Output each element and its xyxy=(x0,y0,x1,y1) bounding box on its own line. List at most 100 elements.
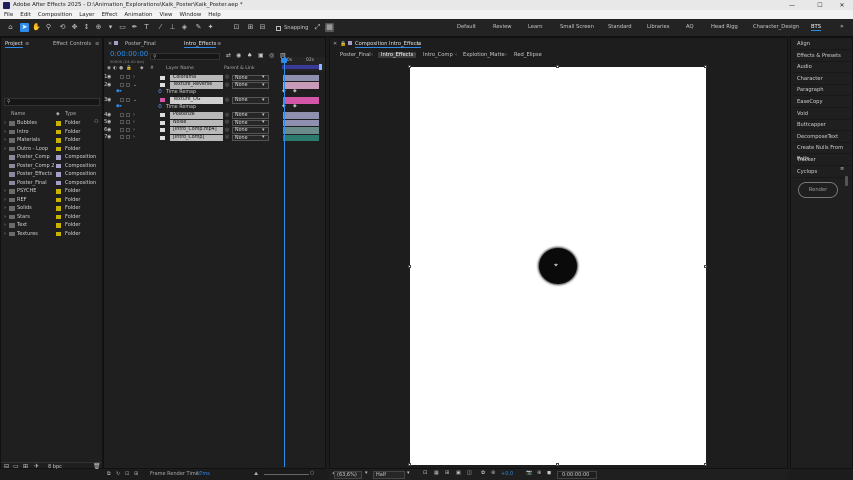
layer-duration-bar[interactable] xyxy=(283,127,319,134)
tab-effect-controls[interactable]: Effect Controls Inl xyxy=(53,41,93,47)
view-axis-icon[interactable]: ⊟ xyxy=(258,23,267,32)
expand-arrow-icon[interactable]: › xyxy=(4,188,6,194)
color-swatch-icon[interactable]: ◼ xyxy=(547,470,551,476)
workspace-default[interactable]: Default xyxy=(457,24,476,30)
solo-checkbox[interactable] xyxy=(120,97,124,102)
workspace-overflow-icon[interactable]: » xyxy=(840,23,844,30)
menu-effect[interactable]: Effect xyxy=(102,12,118,18)
solo-switch-icon[interactable]: ● xyxy=(119,66,123,71)
trash-icon[interactable]: 🗑 xyxy=(93,463,101,470)
layer-row[interactable]: ◉ › 4 Posterize ◎ None ▾ xyxy=(104,112,325,120)
dolly-tool-icon[interactable]: ↕ xyxy=(82,23,91,32)
pick-whip-icon[interactable]: ◎ xyxy=(225,134,229,140)
time-ruler[interactable]: 00s 02s xyxy=(282,57,325,71)
parent-chevron-icon[interactable]: ▾ xyxy=(262,97,265,103)
layer-name-header[interactable]: Layer Name xyxy=(166,66,194,71)
menu-edit[interactable]: Edit xyxy=(20,12,31,18)
handle-bottom-right[interactable] xyxy=(704,463,707,466)
channel-icon[interactable]: ◫ xyxy=(467,470,472,476)
panel-tracker[interactable]: Tracker xyxy=(793,155,851,166)
magnification-chevron-icon[interactable]: ▾ xyxy=(365,470,368,476)
orbit-tool-icon[interactable]: ⟲ xyxy=(58,23,67,32)
anchor-dropdown-icon[interactable]: ▾ xyxy=(106,23,115,32)
pick-whip-icon[interactable]: ◎ xyxy=(225,119,229,125)
resolution-chevron-icon[interactable]: ▾ xyxy=(407,470,410,476)
keyframe-icon[interactable]: ◆ xyxy=(293,104,297,109)
handle-middle-right[interactable] xyxy=(704,265,707,268)
video-switch-icon[interactable]: ◉ xyxy=(107,66,111,71)
viewer-timecode[interactable]: 0:00:00:00 xyxy=(557,471,597,479)
workspace-standard[interactable]: Standard xyxy=(608,24,632,30)
pick-whip-icon[interactable]: ◎ xyxy=(225,74,229,80)
flow-intro-effects[interactable]: Intro_Effects xyxy=(378,52,417,58)
expand-arrow-icon[interactable]: › xyxy=(4,231,6,237)
expand-arrow-icon[interactable]: › xyxy=(4,129,6,135)
handle-bottom-center[interactable] xyxy=(556,463,559,466)
label-swatch[interactable] xyxy=(56,138,61,143)
parent-chevron-icon[interactable]: ▾ xyxy=(262,112,265,118)
pick-whip-icon[interactable]: ◎ xyxy=(225,82,229,88)
column-name-header[interactable]: Name xyxy=(11,112,25,117)
label-swatch[interactable] xyxy=(56,197,61,202)
solo-checkbox[interactable] xyxy=(120,120,124,124)
snap-options-icon[interactable]: ⤢ xyxy=(313,23,322,32)
project-comp-row[interactable]: Poster_Comp Composition xyxy=(1,153,102,162)
visibility-eye-icon[interactable]: ◉ xyxy=(107,127,111,133)
exposure-value[interactable]: +0,0 xyxy=(501,471,513,477)
label-swatch[interactable] xyxy=(56,146,61,151)
expand-arrow-icon[interactable]: › xyxy=(4,137,6,143)
exposure-icon[interactable]: ⊛ xyxy=(491,470,495,476)
rectangle-tool-icon[interactable]: ▭ xyxy=(118,23,127,32)
layer-name[interactable]: Colorama xyxy=(170,74,223,81)
timeline-search-input[interactable]: ⚲ xyxy=(150,53,220,60)
transparency-grid-icon[interactable]: ▦ xyxy=(434,470,439,476)
lock-checkbox[interactable] xyxy=(126,120,130,124)
stretch-toggle-icon[interactable]: ⊞ xyxy=(134,471,138,477)
project-comp-row[interactable]: Poster_Comp 2 Composition xyxy=(1,162,102,171)
expand-arrow-icon[interactable]: › xyxy=(4,120,6,126)
timeline-tab-menu-icon[interactable]: ≡ xyxy=(217,41,221,47)
layer-row[interactable]: ◉ › 5 Noise ◎ None ▾ xyxy=(104,119,325,127)
solo-checkbox[interactable] xyxy=(120,127,124,132)
project-folder-row[interactable]: › Solids Folder xyxy=(1,204,102,213)
handle-bottom-left[interactable] xyxy=(408,463,411,466)
pin-icon[interactable]: ✈ xyxy=(34,463,39,470)
work-area-end-handle[interactable] xyxy=(319,64,322,70)
parent-chevron-icon[interactable]: ▾ xyxy=(262,134,265,140)
panel-align[interactable]: Align xyxy=(793,39,851,50)
parent-chevron-icon[interactable]: ▾ xyxy=(262,127,265,133)
eraser-tool-icon[interactable]: ◈ xyxy=(180,23,189,32)
layer-duration-bar[interactable] xyxy=(283,74,319,81)
expand-arrow-icon[interactable]: ⌄ xyxy=(133,82,137,88)
home-icon[interactable]: ⌂ xyxy=(6,23,15,32)
workspace-character-design[interactable]: Character_Design xyxy=(753,24,799,30)
layer-duration-bar[interactable] xyxy=(283,97,319,104)
panel-decomposetext[interactable]: DecomposeText xyxy=(793,132,851,143)
selection-tool-icon[interactable]: ➤ xyxy=(20,23,29,32)
expand-arrow-icon[interactable]: › xyxy=(133,74,135,80)
layer-duration-bar[interactable] xyxy=(283,119,319,126)
hand-tool-icon[interactable]: ✋ xyxy=(32,23,41,32)
project-folder-row[interactable]: › Outro - Loop Folder xyxy=(1,145,102,154)
expand-arrow-icon[interactable]: › xyxy=(4,197,6,203)
menu-animation[interactable]: Animation xyxy=(124,12,152,18)
motion-blur-icon[interactable]: ◎ xyxy=(269,52,274,59)
label-swatch[interactable] xyxy=(56,180,61,185)
lock-checkbox[interactable] xyxy=(126,135,130,139)
visibility-eye-icon[interactable]: ◉ xyxy=(107,97,111,103)
visibility-eye-icon[interactable]: ◉ xyxy=(107,112,111,118)
layer-row[interactable]: ◉ › 1 Colorama ◎ None ▾ xyxy=(104,74,325,82)
layer-duration-bar[interactable] xyxy=(283,112,319,119)
region-of-interest-icon[interactable]: ⊡ xyxy=(423,470,427,476)
layer-row[interactable]: ◉ › 6 [Intro_Comp.mp4] ◎ None ▾ xyxy=(104,127,325,135)
visibility-eye-icon[interactable]: ◉ xyxy=(107,74,111,80)
layer-row[interactable]: ◉ ⌄ 2 Texture_Reverse ◎ None ▾ xyxy=(104,82,325,90)
lock-icon[interactable]: 🔒 xyxy=(340,41,346,47)
snapping-checkbox[interactable] xyxy=(276,26,281,31)
menu-composition[interactable]: Composition xyxy=(38,12,72,18)
project-folder-row[interactable]: › REF Folder xyxy=(1,196,102,205)
pan-behind-tool-icon[interactable]: ✥ xyxy=(70,23,79,32)
flow-explotion-matte[interactable]: Explotion_Matte xyxy=(463,52,505,58)
handle-top-left[interactable] xyxy=(408,65,411,68)
local-axis-icon[interactable]: ⊡ xyxy=(232,23,241,32)
